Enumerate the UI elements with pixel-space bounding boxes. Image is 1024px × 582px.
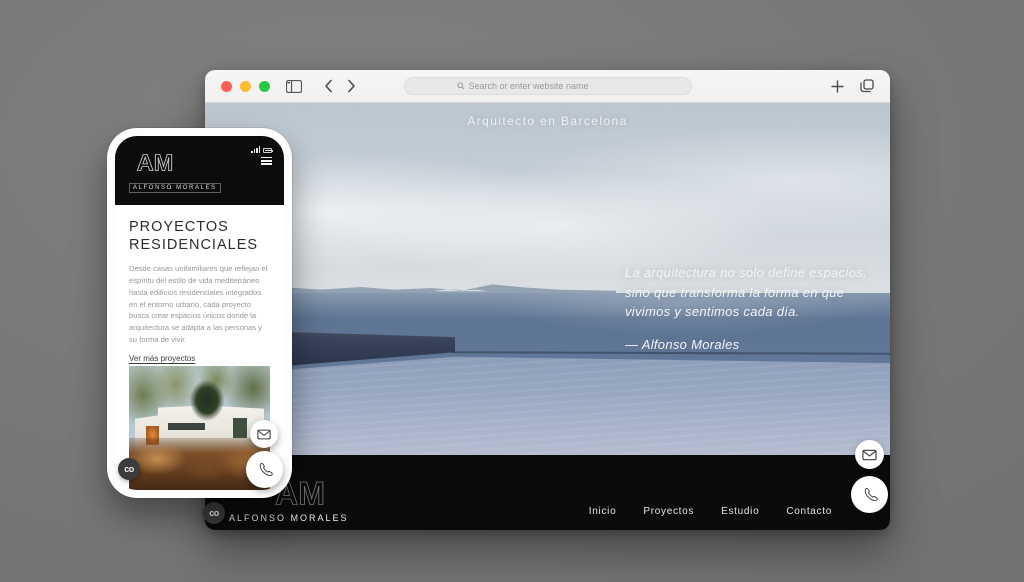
hero-image-infinity-pool: Arquitecto en Barcelona La arquitectura … xyxy=(205,103,890,455)
tabs-overview-icon[interactable] xyxy=(860,79,874,93)
svg-text:AM: AM xyxy=(137,150,173,176)
mobile-body-text: Desde casas unifamiliares que reflejan e… xyxy=(129,263,270,345)
mobile-header: AM ALFONSO MORALES xyxy=(115,136,284,205)
back-icon[interactable] xyxy=(324,79,333,93)
watermark-label: co xyxy=(124,464,134,474)
close-window-button[interactable] xyxy=(221,81,232,92)
footer-nav: Inicio Proyectos Estudio Contacto xyxy=(589,506,832,517)
zoom-window-button[interactable] xyxy=(259,81,270,92)
web-page: Arquitecto en Barcelona La arquitectura … xyxy=(205,103,890,530)
toolbar-right-icons xyxy=(831,79,874,93)
nav-inicio[interactable]: Inicio xyxy=(589,506,617,517)
battery-icon xyxy=(263,148,272,153)
nav-contacto[interactable]: Contacto xyxy=(786,506,832,517)
email-fab-mobile[interactable] xyxy=(250,420,278,448)
hero-quote: La arquitectura no solo define espacios,… xyxy=(625,263,890,352)
photo-window xyxy=(233,418,247,438)
search-icon xyxy=(457,82,465,90)
nav-proyectos[interactable]: Proyectos xyxy=(643,506,694,517)
new-tab-icon[interactable] xyxy=(831,80,844,93)
search-input[interactable] xyxy=(469,81,639,91)
envelope-icon xyxy=(862,449,877,461)
site-footer: AM ALFONSO MORALES Inicio Proyectos Estu… xyxy=(205,455,890,530)
mobile-content: PROYECTOS RESIDENCIALES Desde casas unif… xyxy=(115,205,284,366)
photo-dark-tree xyxy=(183,376,231,440)
browser-window: Arquitecto en Barcelona La arquitectura … xyxy=(205,70,890,530)
email-fab[interactable] xyxy=(855,440,884,469)
am-monogram-logo-mobile: AM xyxy=(129,146,181,176)
watermark-label: co xyxy=(209,508,219,518)
footer-brand-name: ALFONSO MORALES xyxy=(229,513,349,523)
mobile-brand-name: ALFONSO MORALES xyxy=(129,183,221,193)
hamburger-menu-icon[interactable] xyxy=(261,155,272,167)
phone-mockup: AM ALFONSO MORALES PROYECTOS RESIDENCIAL… xyxy=(107,128,292,498)
sidebar-icon[interactable] xyxy=(286,80,302,93)
watermark-badge-mobile[interactable]: co xyxy=(118,458,140,480)
quote-text: La arquitectura no solo define espacios,… xyxy=(625,263,890,322)
browser-toolbar xyxy=(205,70,890,103)
signal-icon xyxy=(251,146,260,153)
toolbar-left-icons xyxy=(286,79,356,93)
phone-fab-mobile[interactable] xyxy=(246,451,283,488)
quote-author: — Alfonso Morales xyxy=(625,337,890,352)
mobile-section-title: PROYECTOS RESIDENCIALES xyxy=(129,218,270,254)
traffic-lights xyxy=(221,81,270,92)
envelope-icon xyxy=(257,429,271,440)
nav-estudio[interactable]: Estudio xyxy=(721,506,759,517)
handset-icon xyxy=(862,487,878,503)
gray-backdrop: Arquitecto en Barcelona La arquitectura … xyxy=(0,0,1024,582)
mobile-status-bar xyxy=(251,146,272,153)
hero-tagline: Arquitecto en Barcelona xyxy=(205,114,890,128)
ver-mas-proyectos-link[interactable]: Ver más proyectos xyxy=(129,354,195,363)
address-bar[interactable] xyxy=(404,77,692,95)
forward-icon[interactable] xyxy=(347,79,356,93)
handset-icon xyxy=(257,462,273,478)
minimize-window-button[interactable] xyxy=(240,81,251,92)
phone-fab[interactable] xyxy=(851,476,888,513)
watermark-badge[interactable]: co xyxy=(203,502,225,524)
